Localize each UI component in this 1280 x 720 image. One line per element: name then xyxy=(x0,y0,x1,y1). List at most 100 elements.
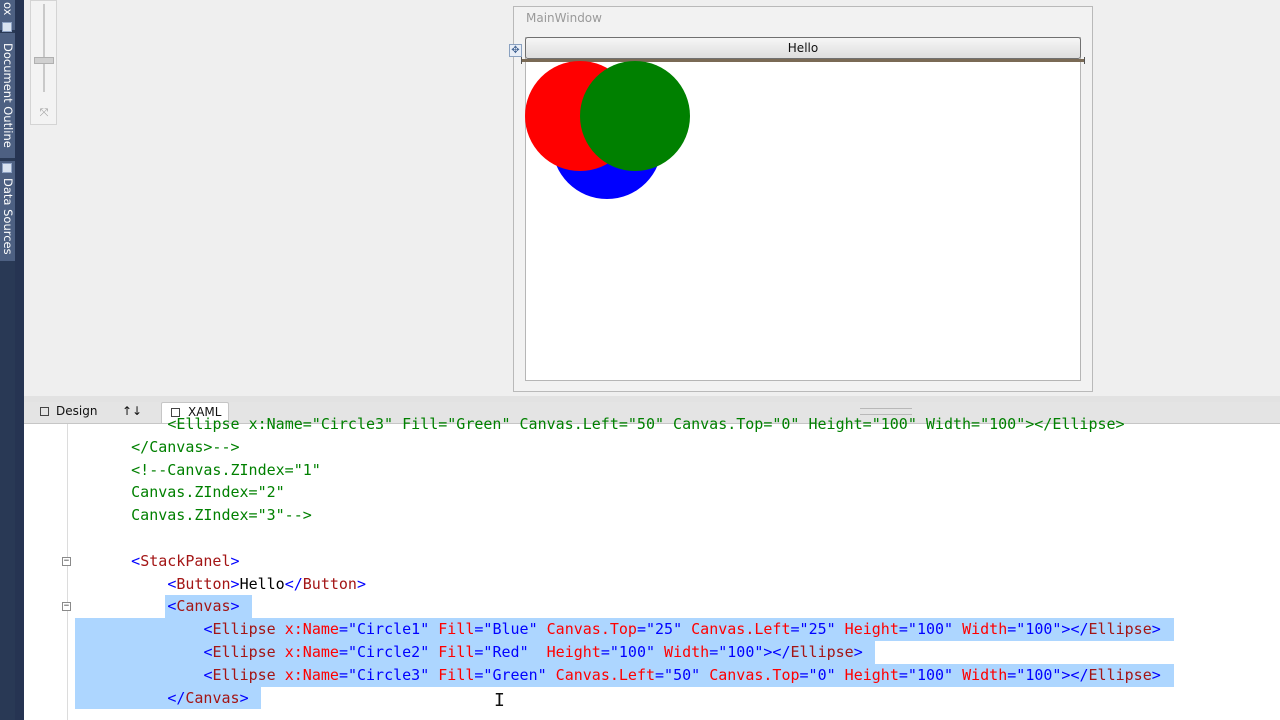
code-token: < xyxy=(203,665,213,684)
code-token: > xyxy=(230,597,240,616)
code-token: Canvas xyxy=(185,688,240,707)
collapse-region-icon[interactable]: − xyxy=(62,556,71,566)
code-token: Width xyxy=(953,620,1008,639)
code-token: <!--Canvas.ZIndex="1" xyxy=(131,460,321,479)
code-token: =" xyxy=(474,643,493,661)
code-token: Canvas.ZIndex="3"--> xyxy=(131,506,312,525)
tool-window-dock: ox Document Outline Data Sources xyxy=(0,0,24,720)
data-sources-icon xyxy=(2,163,12,173)
code-token: " xyxy=(537,665,547,684)
code-token: Canvas xyxy=(176,597,231,616)
code-line: <!--Canvas.ZIndex="1" xyxy=(24,459,1280,482)
code-token: Width xyxy=(655,643,710,661)
circle3-ellipse[interactable] xyxy=(580,61,690,171)
code-token: 100 xyxy=(916,620,945,639)
code-token: x:Name xyxy=(275,620,339,639)
code-token: " xyxy=(826,620,836,639)
code-token: x:Name xyxy=(275,665,339,684)
code-line: <Ellipse x:Name="Circle3" Fill="Green" C… xyxy=(24,413,1280,436)
move-handle-icon[interactable]: ✥ xyxy=(509,44,522,57)
code-token: =" xyxy=(338,620,357,639)
code-line: </Canvas> xyxy=(24,687,1280,710)
code-token: =" xyxy=(790,620,809,639)
code-token: Canvas.ZIndex="2" xyxy=(131,483,285,502)
canvas-selection-adorner[interactable] xyxy=(521,57,1085,64)
code-token: 100 xyxy=(1025,620,1053,639)
code-token: =" xyxy=(338,665,357,684)
code-token: > xyxy=(853,643,863,661)
code-token: "></ xyxy=(1052,620,1089,639)
zoom-to-fit-icon[interactable]: ⤧ xyxy=(34,105,54,121)
dock-tab-document-outline-label: Document Outline xyxy=(1,43,15,148)
code-token: < xyxy=(203,620,213,639)
code-token: Fill xyxy=(429,665,475,684)
code-token: =" xyxy=(898,620,917,639)
code-line: Canvas.ZIndex="3"--> xyxy=(24,504,1280,527)
collapse-region-icon[interactable]: − xyxy=(62,602,71,612)
code-token: =" xyxy=(1007,665,1026,684)
window-title: MainWindow xyxy=(526,11,602,25)
code-token: Ellipse xyxy=(212,643,276,661)
code-token: Ellipse xyxy=(1088,620,1152,639)
code-token: =" xyxy=(600,643,619,661)
code-token: > xyxy=(1151,620,1161,639)
code-line: <StackPanel> xyxy=(24,550,1280,573)
code-token: " xyxy=(646,643,656,661)
code-token: Blue xyxy=(492,620,529,639)
code-token: " xyxy=(420,620,430,639)
code-token: </ xyxy=(284,574,303,593)
dock-tab-data-sources-label: Data Sources xyxy=(1,178,15,255)
dock-edge xyxy=(15,0,24,720)
code-token: > xyxy=(230,551,240,570)
code-token: Fill xyxy=(429,643,475,661)
code-token: 100 xyxy=(916,665,945,684)
code-token: <Ellipse x:Name="Circle3" Fill="Green" C… xyxy=(167,415,1125,433)
code-token: Button xyxy=(176,574,231,593)
code-token: " xyxy=(519,643,529,661)
code-token: Canvas.Top xyxy=(700,665,800,684)
code-token: 100 xyxy=(727,643,755,661)
code-token: 50 xyxy=(673,665,692,684)
xaml-code-editor[interactable]: <Ellipse x:Name="Circle3" Fill="Green" C… xyxy=(24,415,1280,720)
code-line: <Ellipse x:Name="Circle1" Fill="Blue" Ca… xyxy=(24,618,1280,641)
code-token: x:Name xyxy=(275,643,339,661)
dock-tab-toolbox-label: ox xyxy=(1,2,15,16)
code-token: 0 xyxy=(817,665,827,684)
code-token: " xyxy=(944,665,954,684)
zoom-track xyxy=(43,4,45,92)
code-token: Canvas.Top xyxy=(537,620,637,639)
code-line: Canvas.ZIndex="2" xyxy=(24,481,1280,504)
code-token: =" xyxy=(799,665,818,684)
code-token: > xyxy=(1151,665,1161,684)
code-token: Canvas.Left xyxy=(682,620,791,639)
code-token: 100 xyxy=(1025,665,1053,684)
code-token: Circle1 xyxy=(357,620,421,639)
code-token: > xyxy=(356,574,366,593)
dock-tab-toolbox[interactable]: ox xyxy=(0,0,15,32)
dock-tab-data-sources[interactable]: Data Sources xyxy=(0,161,15,261)
code-line: </Canvas>--> xyxy=(24,436,1280,459)
code-token: > xyxy=(230,574,240,593)
code-token: </Canvas>--> xyxy=(131,437,240,456)
code-token: Height xyxy=(835,665,899,684)
code-token: Canvas.Left xyxy=(546,665,656,684)
code-line: <Canvas> xyxy=(24,595,1280,618)
code-token: "></ xyxy=(754,643,791,661)
code-token: Hello xyxy=(239,574,285,593)
code-token: StackPanel xyxy=(140,551,231,570)
code-token: Red xyxy=(492,643,520,661)
code-token: > xyxy=(239,688,249,707)
code-token: " xyxy=(420,643,430,661)
code-token: < xyxy=(131,551,141,570)
hello-button[interactable]: Hello xyxy=(525,37,1081,59)
zoom-thumb[interactable] xyxy=(34,57,54,64)
code-token: Fill xyxy=(429,620,475,639)
code-token: " xyxy=(826,665,836,684)
code-token: Green xyxy=(492,665,538,684)
code-token: =" xyxy=(1007,620,1026,639)
zoom-slider[interactable]: ⤧ xyxy=(30,0,57,125)
code-token: Ellipse xyxy=(212,620,276,639)
code-token: =" xyxy=(898,665,917,684)
code-token: " xyxy=(673,620,683,639)
dock-tab-document-outline[interactable]: Document Outline xyxy=(0,33,15,158)
